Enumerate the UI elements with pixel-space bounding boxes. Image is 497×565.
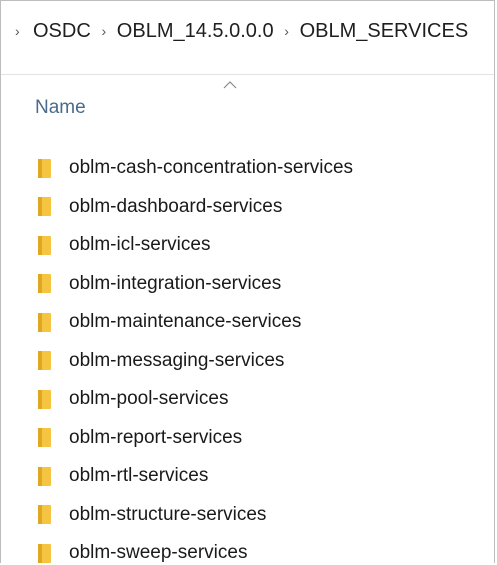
list-item[interactable]: oblm-pool-services	[1, 380, 494, 419]
column-header-name[interactable]: Name	[35, 97, 86, 119]
file-list: oblm-cash-concentration-services oblm-da…	[1, 149, 494, 563]
folder-name: oblm-maintenance-services	[69, 311, 302, 333]
folder-name: oblm-dashboard-services	[69, 195, 283, 217]
header-divider	[1, 74, 494, 75]
folder-icon	[38, 466, 51, 486]
breadcrumb: › OSDC › OBLM_14.5.0.0.0 › OBLM_SERVICES	[1, 1, 494, 61]
folder-icon	[38, 543, 51, 563]
list-item[interactable]: oblm-sweep-services	[1, 534, 494, 563]
list-item[interactable]: oblm-structure-services	[1, 496, 494, 535]
sort-ascending-icon[interactable]	[223, 80, 237, 89]
folder-icon	[38, 389, 51, 409]
list-item[interactable]: oblm-maintenance-services	[1, 303, 494, 342]
list-item[interactable]: oblm-report-services	[1, 419, 494, 458]
breadcrumb-item-osdc[interactable]: OSDC	[31, 20, 93, 43]
chevron-right-icon[interactable]: ›	[15, 23, 31, 39]
folder-icon	[38, 158, 51, 178]
list-item[interactable]: oblm-rtl-services	[1, 457, 494, 496]
folder-icon	[38, 312, 51, 332]
folder-name: oblm-rtl-services	[69, 465, 209, 487]
list-item[interactable]: oblm-messaging-services	[1, 342, 494, 381]
folder-name: oblm-report-services	[69, 426, 243, 448]
folder-name: oblm-messaging-services	[69, 349, 285, 371]
folder-icon	[38, 274, 51, 294]
list-item[interactable]: oblm-integration-services	[1, 265, 494, 304]
folder-name: oblm-integration-services	[69, 272, 282, 294]
folder-icon	[38, 351, 51, 371]
breadcrumb-item-oblm-version[interactable]: OBLM_14.5.0.0.0	[115, 20, 276, 43]
chevron-right-icon[interactable]: ›	[276, 23, 298, 39]
folder-icon	[38, 428, 51, 448]
list-item[interactable]: oblm-icl-services	[1, 226, 494, 265]
list-item[interactable]: oblm-dashboard-services	[1, 188, 494, 227]
folder-icon	[38, 197, 51, 217]
chevron-right-icon[interactable]: ›	[93, 23, 115, 39]
folder-name: oblm-cash-concentration-services	[69, 157, 354, 179]
folder-name: oblm-pool-services	[69, 388, 229, 410]
folder-name: oblm-icl-services	[69, 234, 211, 256]
folder-name: oblm-sweep-services	[69, 542, 248, 563]
folder-icon	[38, 235, 51, 255]
folder-icon	[38, 505, 51, 525]
folder-name: oblm-structure-services	[69, 503, 267, 525]
file-explorer-window: › OSDC › OBLM_14.5.0.0.0 › OBLM_SERVICES…	[0, 0, 495, 563]
breadcrumb-item-oblm-services[interactable]: OBLM_SERVICES	[298, 20, 471, 43]
list-item[interactable]: oblm-cash-concentration-services	[1, 149, 494, 188]
